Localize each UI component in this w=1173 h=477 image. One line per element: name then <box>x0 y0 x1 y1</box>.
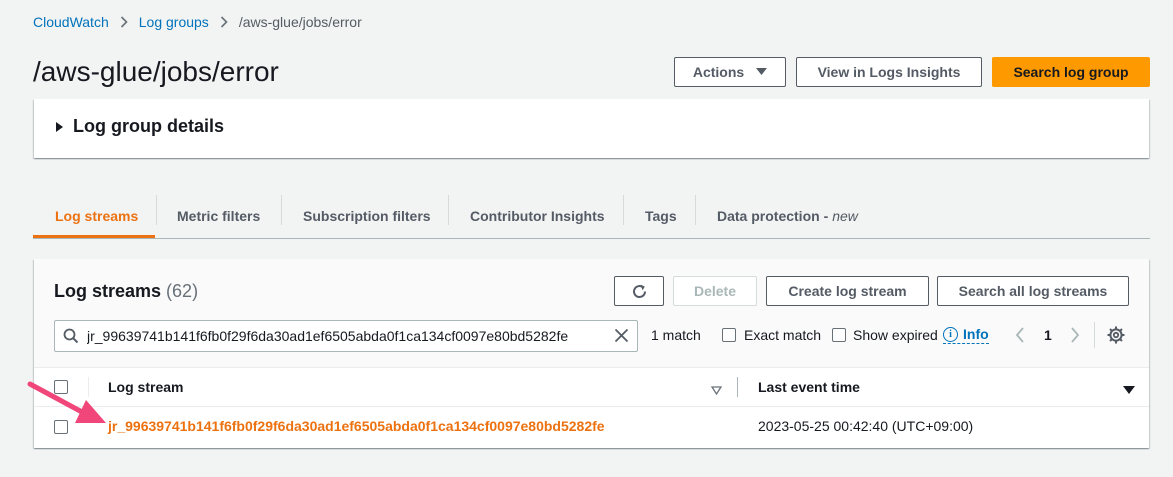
log-group-details-label: Log group details <box>73 116 224 136</box>
tab-subscription-filters[interactable]: Subscription filters <box>303 193 431 238</box>
exact-match-checkbox[interactable] <box>722 328 736 342</box>
sort-down-outline-icon[interactable] <box>710 382 723 400</box>
current-page-number[interactable]: 1 <box>1044 327 1052 343</box>
caret-right-icon <box>56 121 63 132</box>
annotation-arrow-icon <box>27 381 106 423</box>
tab-metric-filters-label: Metric filters <box>177 207 261 224</box>
actions-dropdown-button[interactable]: Actions <box>674 57 786 87</box>
log-stream-search-input[interactable] <box>87 326 603 346</box>
column-header-log-stream[interactable]: Log stream <box>108 379 183 395</box>
tab-data-protection[interactable]: Data protection - new <box>717 193 858 238</box>
new-badge: new <box>832 207 858 224</box>
tab-bar: Log streams Metric filters Subscription … <box>33 193 1150 239</box>
log-group-details-toggle[interactable]: Log group details <box>56 116 224 137</box>
match-count: 1 match <box>651 327 701 343</box>
view-in-logs-insights-button[interactable]: View in Logs Insights <box>796 57 982 87</box>
page-title: /aws-glue/jobs/error <box>33 56 279 87</box>
tab-divider <box>281 195 282 225</box>
search-all-log-streams-button[interactable]: Search all log streams <box>937 276 1129 306</box>
log-stream-search-box <box>54 320 638 352</box>
log-stream-link[interactable]: jr_99639741b141f6fb0f29f6da30ad1ef6505ab… <box>108 418 605 434</box>
tab-divider <box>448 195 449 225</box>
active-tab-indicator <box>33 235 155 238</box>
caret-down-icon <box>756 68 768 76</box>
chevron-right-icon <box>220 16 228 28</box>
show-expired-label: Show expired <box>853 327 938 343</box>
last-event-time-cell: 2023-05-25 00:42:40 (UTC+09:00) <box>758 418 974 434</box>
tab-divider <box>156 195 157 225</box>
log-streams-heading: Log streams (62) <box>54 281 198 302</box>
tab-metric-filters[interactable]: Metric filters <box>177 193 260 238</box>
search-icon <box>63 328 79 349</box>
row-separator <box>34 406 1149 407</box>
delete-button[interactable]: Delete <box>673 276 757 306</box>
search-log-group-button[interactable]: Search log group <box>992 57 1150 87</box>
log-streams-count: (62) <box>166 281 199 301</box>
column-divider <box>737 377 738 397</box>
tab-contributor-insights-label: Contributor Insights <box>470 207 605 224</box>
sort-down-icon[interactable] <box>1123 382 1135 400</box>
tab-subscription-filters-label: Subscription filters <box>303 207 431 224</box>
clear-search-icon[interactable] <box>614 328 629 348</box>
breadcrumb-cloudwatch-link[interactable]: CloudWatch <box>33 14 109 30</box>
breadcrumb-log-groups-link[interactable]: Log groups <box>139 14 209 30</box>
tab-divider <box>695 195 696 225</box>
create-log-stream-button[interactable]: Create log stream <box>766 276 929 306</box>
breadcrumb: CloudWatch Log groups /aws-glue/jobs/err… <box>33 13 362 31</box>
actions-button-label: Actions <box>692 64 745 80</box>
breadcrumb-current: /aws-glue/jobs/error <box>238 14 362 30</box>
refresh-button[interactable] <box>614 276 664 306</box>
log-streams-title: Log streams <box>54 281 162 301</box>
info-label: Info <box>963 326 989 342</box>
info-link[interactable]: i Info <box>943 326 989 344</box>
tab-tags[interactable]: Tags <box>645 193 677 238</box>
show-expired-checkbox[interactable] <box>832 328 846 342</box>
tab-contributor-insights[interactable]: Contributor Insights <box>470 193 605 238</box>
tab-log-streams-label: Log streams <box>55 207 139 224</box>
tab-log-streams[interactable]: Log streams <box>55 193 138 238</box>
exact-match-label: Exact match <box>744 327 822 343</box>
info-icon: i <box>943 326 958 342</box>
column-header-last-event-time[interactable]: Last event time <box>758 379 860 395</box>
chevron-right-icon <box>120 16 128 28</box>
tab-divider <box>623 195 624 225</box>
pagination-divider <box>1094 322 1095 348</box>
refresh-icon <box>631 283 648 300</box>
tab-data-protection-label: Data protection - <box>717 207 829 224</box>
next-page-icon[interactable] <box>1070 327 1080 348</box>
tab-tags-label: Tags <box>645 207 677 224</box>
previous-page-icon[interactable] <box>1015 327 1025 348</box>
settings-gear-icon[interactable] <box>1107 326 1125 349</box>
